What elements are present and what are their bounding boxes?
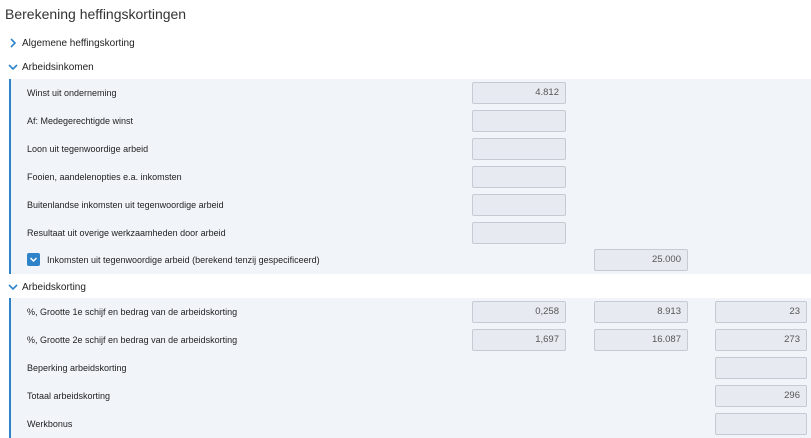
beperking-arbeidskorting-field[interactable] <box>715 357 807 379</box>
row-schijf-1: %, Grootte 1e schijf en bedrag van de ar… <box>11 298 811 326</box>
chevron-down-icon <box>8 284 18 291</box>
section-label: Arbeidsinkomen <box>22 61 94 73</box>
schijf-1-bedrag-field[interactable]: 23 <box>715 301 807 323</box>
row-medegerechtigde-winst: Af: Medegerechtigde winst <box>11 107 811 135</box>
row-beperking-arbeidskorting: Beperking arbeidskorting <box>11 354 811 382</box>
schijf-2-grootte-field[interactable]: 16.087 <box>594 329 688 351</box>
section-algemene-heffingskorting[interactable]: Algemene heffingskorting <box>0 33 811 53</box>
specify-checkbox[interactable] <box>27 253 40 266</box>
row-resultaat-overige-werkzaamheden: Resultaat uit overige werkzaamheden door… <box>11 219 811 247</box>
inkomsten-tegenwoordige-arbeid-field[interactable]: 25.000 <box>594 249 688 271</box>
row-werkbonus: Werkbonus <box>11 410 811 438</box>
fooien-aandelenopties-field[interactable] <box>472 166 566 188</box>
section-label: Algemene heffingskorting <box>22 37 135 49</box>
loon-tegenwoordige-arbeid-field[interactable] <box>472 138 566 160</box>
winst-uit-onderneming-field[interactable]: 4.812 <box>472 82 566 104</box>
row-buitenlandse-inkomsten: Buitenlandse inkomsten uit tegenwoordige… <box>11 191 811 219</box>
totaal-arbeidskorting-field[interactable]: 296 <box>715 385 807 407</box>
section-label: Arbeidskorting <box>22 281 86 293</box>
row-label: Inkomsten uit tegenwoordige arbeid (bere… <box>47 255 320 265</box>
row-inkomsten-tegenwoordige-arbeid: Inkomsten uit tegenwoordige arbeid (bere… <box>11 246 811 274</box>
row-label: Resultaat uit overige werkzaamheden door… <box>27 228 226 238</box>
section-arbeidsinkomen[interactable]: Arbeidsinkomen <box>0 57 811 77</box>
row-label: Totaal arbeidskorting <box>27 391 111 401</box>
row-label: Fooien, aandelenopties e.a. inkomsten <box>27 172 182 182</box>
section-arbeidskorting[interactable]: Arbeidskorting <box>0 277 811 297</box>
arbeidsinkomen-panel: Winst uit onderneming 4.812 Af: Medegere… <box>9 79 811 274</box>
chevron-right-icon <box>10 38 17 48</box>
row-label: %, Grootte 2e schijf en bedrag van de ar… <box>27 335 238 345</box>
row-label: Werkbonus <box>27 419 73 429</box>
row-label: Buitenlandse inkomsten uit tegenwoordige… <box>27 200 224 210</box>
row-label: Loon uit tegenwoordige arbeid <box>27 144 149 154</box>
schijf-2-bedrag-field[interactable]: 273 <box>715 329 807 351</box>
row-label: Winst uit onderneming <box>27 88 117 98</box>
row-fooien-aandelenopties: Fooien, aandelenopties e.a. inkomsten <box>11 163 811 191</box>
arbeidskorting-panel: %, Grootte 1e schijf en bedrag van de ar… <box>9 298 811 438</box>
row-winst-uit-onderneming: Winst uit onderneming 4.812 <box>11 79 811 107</box>
row-label: Af: Medegerechtigde winst <box>27 116 134 126</box>
row-schijf-2: %, Grootte 2e schijf en bedrag van de ar… <box>11 326 811 354</box>
medegerechtigde-winst-field[interactable] <box>472 110 566 132</box>
schijf-1-grootte-field[interactable]: 8.913 <box>594 301 688 323</box>
resultaat-overige-werkzaamheden-field[interactable] <box>472 222 566 244</box>
row-totaal-arbeidskorting: Totaal arbeidskorting 296 <box>11 382 811 410</box>
chevron-down-icon <box>29 257 38 263</box>
schijf-1-percentage-field[interactable]: 0,258 <box>472 301 566 323</box>
chevron-down-icon <box>8 64 18 71</box>
row-label: %, Grootte 1e schijf en bedrag van de ar… <box>27 307 238 317</box>
buitenlandse-inkomsten-field[interactable] <box>472 194 566 216</box>
page-title: Berekening heffingskortingen <box>5 6 187 22</box>
schijf-2-percentage-field[interactable]: 1,697 <box>472 329 566 351</box>
row-loon-tegenwoordige-arbeid: Loon uit tegenwoordige arbeid <box>11 135 811 163</box>
row-label: Beperking arbeidskorting <box>27 363 127 373</box>
werkbonus-field[interactable] <box>715 413 807 435</box>
